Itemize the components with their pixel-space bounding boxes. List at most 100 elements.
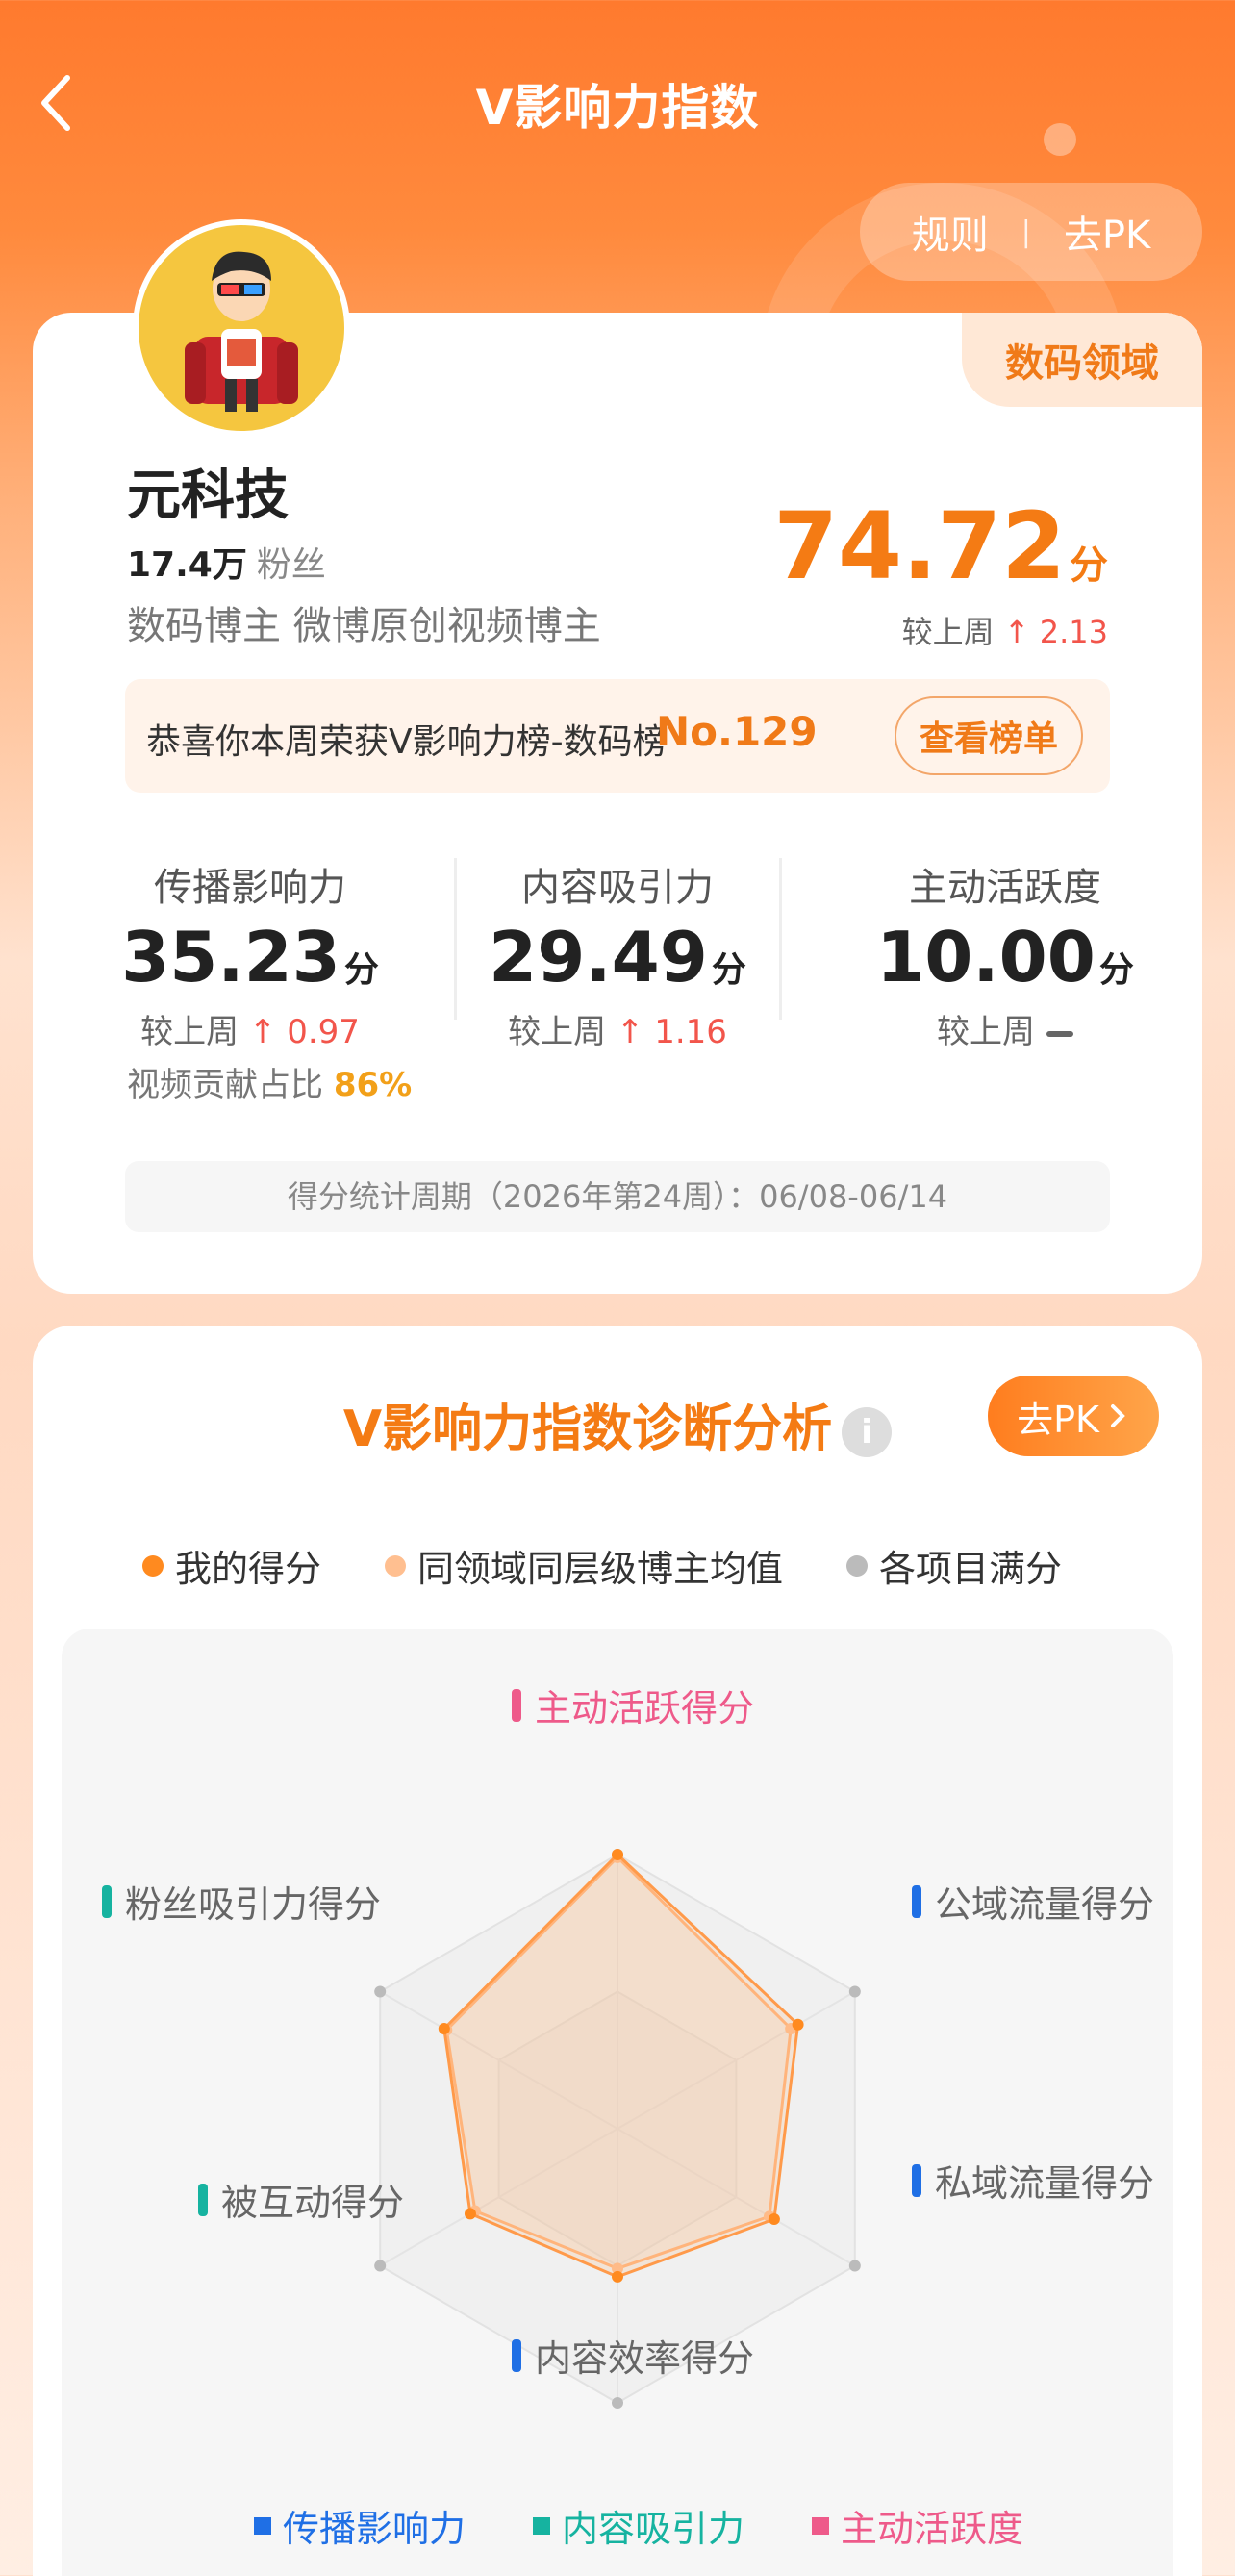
metric-value: 10.00 分	[832, 917, 1178, 998]
legend-dot	[142, 1554, 164, 1577]
radar-point	[612, 1849, 623, 1860]
metric-value: 35.23 分	[77, 917, 423, 998]
video-share: 视频贡献占比 86%	[127, 1058, 412, 1105]
chevron-right-icon	[1110, 1404, 1125, 1427]
radar-point	[612, 2270, 623, 2283]
radar-panel: 主动活跃得分 公域流量得分 私域流量得分 内容效率得分 被互动得分 粉丝吸引力得…	[62, 1629, 1173, 2576]
score-delta: 较上周 ↑ 2.13	[902, 608, 1108, 652]
arrow-up-icon: ↑	[1003, 614, 1040, 650]
delta-value: 1.16	[654, 1013, 727, 1052]
radar-label-efficiency: 内容效率得分	[512, 2329, 754, 2382]
avatar[interactable]	[133, 219, 350, 437]
pk-button-label: 去PK	[1017, 1398, 1099, 1441]
honor-rank: No.129	[656, 708, 818, 755]
delta-label: 较上周	[508, 1013, 607, 1052]
legend-label: 我的得分	[175, 1548, 322, 1590]
metric-number: 10.00	[876, 917, 1096, 998]
metric-delta: 较上周 ↑ 1.16	[444, 1005, 791, 1052]
metric-value: 29.49 分	[444, 917, 791, 998]
radar-point	[848, 2260, 861, 2272]
separator: |	[1021, 215, 1031, 249]
score-period: 得分统计周期（2026年第24周）：06/08-06/14	[125, 1161, 1110, 1232]
metric-unit: 分	[1098, 950, 1134, 990]
metric-delta: 较上周 ↑ 0.97	[77, 1005, 423, 1052]
delta-label: 较上周	[937, 1013, 1035, 1052]
category-legend-item: 主动活跃度	[812, 2499, 1023, 2552]
diagnosis-title-text: V影响力指数诊断分析	[342, 1401, 833, 1458]
delta-value: 2.13	[1039, 614, 1108, 650]
video-share-label: 视频贡献占比	[127, 1066, 323, 1104]
radar-label-public: 公域流量得分	[912, 1875, 1154, 1928]
metric-content[interactable]: 内容吸引力 29.49 分 较上周 ↑ 1.16	[444, 856, 791, 1052]
metric-activity[interactable]: 主动活跃度 10.00 分 较上周	[832, 856, 1178, 1052]
radar-label-text: 主动活跃得分	[535, 1687, 755, 1730]
legend-item: 我的得分	[142, 1539, 321, 1592]
category-marker	[198, 2183, 208, 2216]
radar-point	[374, 1985, 387, 1998]
header-actions: 规则 | 去PK	[860, 183, 1202, 281]
category-legend-label: 传播影响力	[283, 2508, 466, 2550]
radar-point	[374, 2260, 387, 2272]
radar-label-text: 内容效率得分	[535, 2337, 755, 2380]
category-marker	[512, 1688, 521, 1722]
category-square	[812, 2516, 829, 2535]
category-legend-label: 主动活跃度	[841, 2508, 1024, 2550]
info-icon[interactable]: i	[842, 1407, 893, 1457]
total-score: 74.72 分	[773, 500, 1108, 593]
pk-button[interactable]: 去PK	[988, 1376, 1159, 1456]
radar-series-area	[442, 1852, 800, 2279]
category-marker	[512, 2338, 521, 2372]
rules-link[interactable]: 规则	[912, 204, 989, 260]
category-legend-label: 内容吸引力	[562, 2508, 745, 2550]
metric-spread[interactable]: 传播影响力 35.23 分 较上周 ↑ 0.97	[77, 856, 423, 1052]
delta-label: 较上周	[140, 1013, 239, 1052]
category-square	[533, 2516, 550, 2535]
avatar-illustration	[185, 251, 298, 412]
radar-label-text: 私域流量得分	[935, 2162, 1155, 2205]
legend-item: 同领域同层级博主均值	[385, 1539, 783, 1592]
metric-delta: 较上周	[832, 1005, 1178, 1052]
score-unit: 分	[1070, 543, 1108, 588]
radar-label-text: 公域流量得分	[935, 1883, 1155, 1926]
fans-number: 17.4万	[127, 545, 247, 585]
metric-number: 29.49	[489, 917, 708, 998]
top-bar: V影响力指数	[0, 58, 1235, 149]
radar-label-interaction: 被互动得分	[198, 2173, 404, 2226]
radar-label-activity: 主动活跃得分	[512, 1679, 754, 1731]
video-share-value: 86%	[333, 1066, 413, 1104]
fans-label: 粉丝	[256, 545, 326, 585]
category-marker	[912, 1884, 921, 1918]
no-change-icon	[1046, 1030, 1073, 1037]
divider	[779, 858, 782, 1020]
page-title: V影响力指数	[475, 80, 760, 136]
radar-label-text: 粉丝吸引力得分	[125, 1883, 382, 1926]
metric-title: 内容吸引力	[521, 866, 714, 910]
radar-point	[792, 2018, 804, 2031]
radar-point	[768, 2213, 780, 2226]
radar-point	[438, 2022, 450, 2034]
metric-unit: 分	[343, 950, 379, 990]
honor-text: 恭喜你本周荣获V影响力榜-数码榜	[146, 722, 668, 762]
metric-number: 35.23	[121, 917, 340, 998]
total-score-value: 74.72	[773, 492, 1066, 600]
diagnosis-card: V影响力指数诊断分析 i 去PK 我的得分 同领域同层级博主均值 各项目满分 主动…	[33, 1326, 1202, 2576]
user-name: 元科技	[127, 465, 289, 527]
domain-tag[interactable]: 数码领域	[962, 313, 1202, 407]
category-square	[254, 2516, 271, 2535]
legend-item: 各项目满分	[846, 1539, 1062, 1592]
arrow-up-icon: ↑	[239, 1013, 288, 1052]
delta-label: 较上周	[901, 614, 995, 650]
radar-point	[612, 2397, 623, 2409]
legend-dot	[846, 1554, 868, 1577]
radar-point	[848, 1985, 861, 1998]
radar-label-fans: 粉丝吸引力得分	[102, 1875, 381, 1928]
radar-label-text: 被互动得分	[221, 2182, 405, 2224]
pk-link[interactable]: 去PK	[1064, 204, 1150, 260]
arrow-up-icon: ↑	[606, 1013, 655, 1052]
legend-label: 同领域同层级博主均值	[417, 1548, 784, 1590]
user-bio: 数码博主 微博原创视频博主	[127, 604, 601, 648]
metric-title: 主动活跃度	[909, 866, 1101, 910]
view-ranking-button[interactable]: 查看榜单	[895, 696, 1083, 775]
category-marker	[912, 2163, 921, 2197]
category-legend-item: 传播影响力	[254, 2499, 466, 2552]
